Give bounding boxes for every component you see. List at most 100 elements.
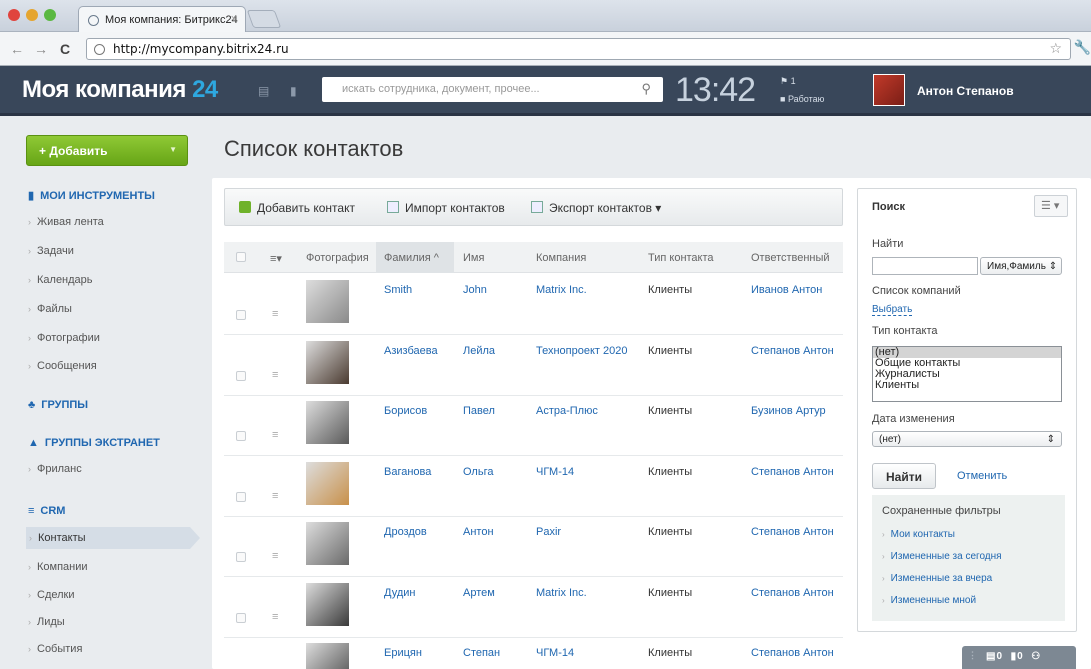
forward-arrow-icon[interactable]: → [34, 41, 48, 57]
cell-responsible[interactable]: Степанов Антон [751, 587, 834, 599]
tab-close-icon[interactable]: × [231, 13, 237, 25]
import-contacts-button[interactable]: Импорт контактов [387, 201, 505, 215]
row-checkbox[interactable] [236, 370, 246, 381]
search-icon[interactable]: ⚲ [641, 81, 651, 97]
section-extranet[interactable]: ▲ ГРУППЫ ЭКСТРАНЕТ [28, 437, 160, 449]
cell-responsible[interactable]: Иванов Антон [751, 284, 822, 296]
browser-tab[interactable]: Моя компания: Битрикс24 × [78, 6, 246, 33]
tasks-counter[interactable]: ⚑ 1 [780, 76, 796, 87]
select-all-checkbox[interactable] [236, 252, 246, 262]
notifications-icon[interactable]: ▮ [290, 84, 297, 98]
section-groups[interactable]: ♣ ГРУППЫ [28, 399, 88, 411]
cell-first-name[interactable]: Степан [463, 647, 500, 659]
add-contact-button[interactable]: Добавить контакт [239, 201, 355, 215]
sidebar-item-companies[interactable]: › Компании [28, 561, 88, 573]
filter-menu-button[interactable]: ☰ ▾ [1034, 195, 1068, 217]
column-last-name[interactable]: Фамилия ^ [376, 242, 454, 273]
listbox-option[interactable]: Клиенты [873, 380, 1061, 391]
row-menu-icon[interactable]: ≡ [272, 369, 278, 381]
saved-filter-my-contacts[interactable]: › Мои контакты [882, 529, 955, 540]
minimize-window-button[interactable] [26, 9, 38, 21]
cell-last-name[interactable]: Дроздов [384, 526, 427, 538]
find-button[interactable]: Найти [872, 463, 936, 489]
cell-company[interactable]: ЧГМ-14 [536, 466, 574, 478]
row-menu-icon[interactable]: ≡ [272, 308, 278, 320]
row-checkbox[interactable] [236, 310, 246, 320]
portal-logo[interactable]: Моя компания 24 [22, 76, 218, 104]
row-menu-icon[interactable]: ≡ [272, 490, 278, 502]
zoom-window-button[interactable] [44, 9, 56, 21]
contact-photo[interactable] [306, 522, 349, 565]
cell-first-name[interactable]: Ольга [463, 466, 493, 478]
cell-responsible[interactable]: Степанов Антон [751, 647, 834, 659]
sidebar-item-events[interactable]: › События [28, 643, 82, 655]
cell-first-name[interactable]: John [463, 284, 487, 296]
cell-first-name[interactable]: Лейла [463, 345, 495, 357]
sidebar-item-calendar[interactable]: › Календарь [28, 274, 93, 286]
sidebar-item-freelance[interactable]: › Фриланс [28, 463, 82, 475]
bookmark-star-icon[interactable]: ☆ [1049, 41, 1062, 57]
saved-filter-today[interactable]: › Измененные за сегодня [882, 551, 1002, 562]
messages-icon[interactable]: ▤ [986, 651, 996, 662]
sidebar-item-leads[interactable]: › Лиды [28, 616, 65, 628]
find-mode-select[interactable]: Имя,Фамиль ⇕ [980, 257, 1062, 275]
sidebar-item-deals[interactable]: › Сделки [28, 589, 75, 601]
cell-responsible[interactable]: Бузинов Артур [751, 405, 826, 417]
contact-type-listbox[interactable]: (нет) Общие контакты Журналисты Клиенты [872, 346, 1062, 402]
choose-company-link[interactable]: Выбрать [872, 304, 913, 316]
row-checkbox[interactable] [236, 552, 246, 562]
add-button[interactable]: + Добавить ▼ [26, 135, 188, 166]
cell-first-name[interactable]: Антон [463, 526, 494, 538]
sidebar-item-messages[interactable]: › Сообщения [28, 360, 97, 372]
table-row[interactable]: ≡ Азизбаева Лейла Технопроект 2020 Клиенты Ст… [224, 335, 843, 396]
row-checkbox[interactable] [236, 612, 246, 623]
contact-photo[interactable] [306, 643, 349, 669]
table-row[interactable]: ≡ЕрицянСтепанЧГМ-14КлиентыСтепанов Антон [224, 637, 843, 669]
cell-last-name[interactable]: Ерицян [384, 647, 422, 659]
header-search-input[interactable]: искать сотрудника, документ, прочее... ⚲ [322, 77, 663, 102]
row-menu-icon[interactable]: ≡ [272, 611, 278, 623]
cell-company[interactable]: Matrix Inc. [536, 284, 587, 296]
cell-first-name[interactable]: Артем [463, 587, 495, 599]
grid-settings-icon[interactable]: ≡▾ [270, 252, 282, 265]
sidebar-item-contacts[interactable]: › Контакты [26, 527, 200, 549]
cell-company[interactable]: Астра-Плюс [536, 405, 598, 417]
cell-last-name[interactable]: Азизбаева [384, 345, 438, 357]
cell-last-name[interactable]: Борисов [384, 405, 427, 417]
row-checkbox[interactable] [236, 491, 246, 502]
contact-photo[interactable] [306, 582, 349, 626]
section-crm[interactable]: ≡ CRM [28, 505, 65, 517]
table-row[interactable]: ≡ Ваганова Ольга ЧГМ-14 Клиенты Степанов Анто… [224, 456, 843, 517]
saved-filter-yesterday[interactable]: › Измененные за вчера [882, 573, 992, 584]
column-first-name[interactable]: Имя [463, 252, 484, 264]
sidebar-item-feed[interactable]: › Живая лента [28, 216, 104, 228]
sidebar-item-tasks[interactable]: › Задачи [28, 245, 74, 257]
find-input[interactable] [872, 257, 978, 275]
im-bar[interactable]: ⋮ ▤0 ▮0 ⚇ [962, 646, 1076, 669]
table-row[interactable]: ≡ Борисов Павел Астра-Плюс Клиенты Бузинов Ар… [224, 395, 843, 456]
section-my-tools[interactable]: ▮ МОИ ИНСТРУМЕНТЫ [28, 189, 155, 202]
row-menu-icon[interactable]: ≡ [272, 550, 278, 562]
cell-last-name[interactable]: Дудин [384, 587, 415, 599]
close-window-button[interactable] [8, 9, 20, 21]
cell-responsible[interactable]: Степанов Антон [751, 345, 834, 357]
cell-last-name[interactable]: Ваганова [384, 466, 431, 478]
wrench-icon[interactable]: 🔧 [1074, 39, 1091, 56]
reload-icon[interactable]: C [60, 41, 70, 57]
cell-company[interactable]: Технопроект 2020 [536, 345, 627, 357]
user-avatar[interactable] [873, 74, 905, 106]
contact-photo[interactable] [306, 280, 349, 323]
column-responsible[interactable]: Ответственный [751, 252, 830, 264]
table-row[interactable]: ≡ Дудин Артем Matrix Inc. Клиенты Степанов Ан… [224, 577, 843, 638]
column-photo[interactable]: Фотография [306, 252, 369, 264]
clock[interactable]: 13:42 [675, 71, 756, 110]
cell-company[interactable]: Paxir [536, 526, 561, 538]
work-status[interactable]: ■ Работаю [780, 94, 824, 104]
messages-icon[interactable]: ▤ [258, 84, 269, 98]
new-tab-button[interactable] [246, 10, 282, 28]
table-row[interactable]: ≡ Smith John Matrix Inc. Клиенты Иванов Антон [224, 274, 843, 335]
cancel-link[interactable]: Отменить [957, 470, 1007, 482]
user-icon[interactable]: ⚇ [1031, 651, 1041, 662]
column-company[interactable]: Компания [536, 252, 586, 264]
url-input[interactable]: http://mycompany.bitrix24.ru ☆ [86, 38, 1071, 60]
